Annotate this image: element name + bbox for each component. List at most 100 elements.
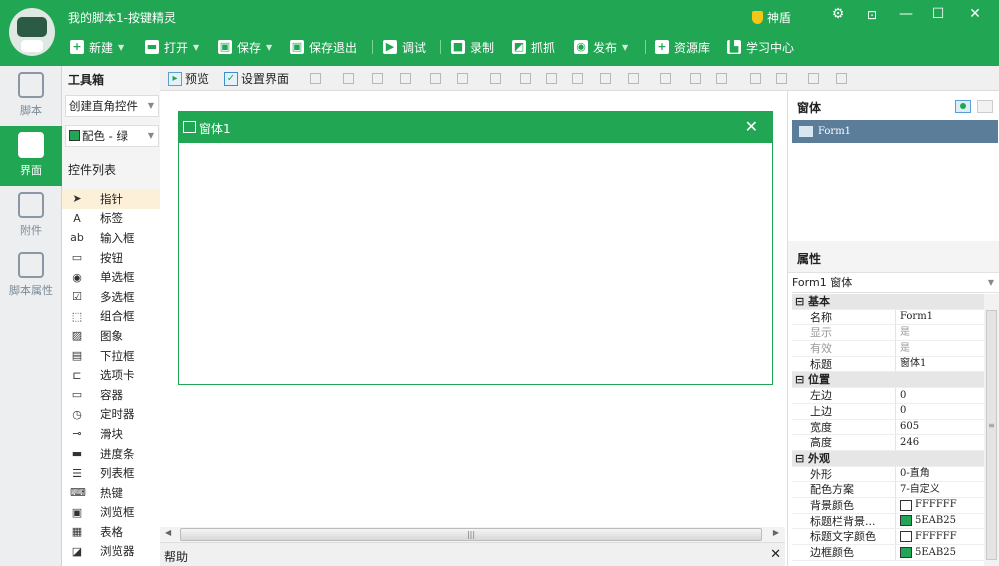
- control-item[interactable]: ➤ 指针: [62, 189, 160, 209]
- color-swatch[interactable]: [900, 499, 912, 511]
- align-tool-icon[interactable]: [808, 73, 819, 84]
- control-item[interactable]: ▭ 容器: [62, 385, 160, 405]
- settings-gear-icon[interactable]: ⚙: [826, 6, 850, 22]
- color-swatch[interactable]: [900, 531, 912, 543]
- control-item[interactable]: ▭ 按钮: [62, 248, 160, 268]
- align-tool-icon[interactable]: [430, 73, 441, 84]
- toolbar-play-button[interactable]: ▶ 调试: [383, 37, 426, 57]
- color-swatch[interactable]: [900, 515, 912, 527]
- toolbar-folder-button[interactable]: ▬ 打开 ▼: [145, 37, 199, 57]
- control-item[interactable]: ◷ 定时器: [62, 405, 160, 425]
- property-row[interactable]: 背景颜色 FFFFFF: [792, 497, 984, 514]
- property-row[interactable]: 名称 Form1: [792, 309, 984, 326]
- close-button[interactable]: ✕: [963, 6, 987, 22]
- control-item[interactable]: ⊸ 滑块: [62, 424, 160, 444]
- align-tool-icon[interactable]: [628, 73, 639, 84]
- property-row[interactable]: 宽度 605: [792, 419, 984, 436]
- property-row[interactable]: 标题栏背景... 5EAB25: [792, 513, 984, 530]
- scroll-right-icon[interactable]: ▶: [773, 528, 779, 537]
- form-close-icon[interactable]: ✕: [745, 117, 758, 136]
- align-tool-icon[interactable]: [716, 73, 727, 84]
- vertical-scrollbar[interactable]: ≡: [984, 294, 999, 566]
- align-tool-icon[interactable]: [310, 73, 321, 84]
- toolbar-grab-button[interactable]: ◩ 抓抓: [512, 37, 555, 57]
- property-row[interactable]: 左边 0: [792, 388, 984, 404]
- property-row[interactable]: 标题文字颜色 FFFFFF: [792, 529, 984, 545]
- toolbar-camera-button[interactable]: ■ 录制: [451, 37, 494, 57]
- nav-item-0[interactable]: 脚本: [0, 66, 62, 126]
- align-tool-icon[interactable]: [546, 73, 557, 84]
- control-item[interactable]: ◪ 浏览器: [62, 542, 160, 562]
- create-control-select[interactable]: 创建直角控件 ▼: [65, 95, 159, 117]
- horizontal-scrollbar[interactable]: ◀ ||| ▶: [160, 527, 785, 542]
- control-item[interactable]: ☑ 多选框: [62, 287, 160, 307]
- control-item[interactable]: ▨ 图象: [62, 326, 160, 346]
- control-item[interactable]: ◉ 单选框: [62, 267, 160, 287]
- control-item[interactable]: ab 输入框: [62, 228, 160, 248]
- align-tool-icon[interactable]: [600, 73, 611, 84]
- toolbar-save-button[interactable]: ▣ 保存 ▼: [218, 37, 272, 57]
- toolbar-learn-button[interactable]: ▙ 学习中心: [727, 37, 794, 57]
- align-tool-icon[interactable]: [457, 73, 468, 84]
- control-item[interactable]: A 标签: [62, 209, 160, 229]
- color-scheme-select[interactable]: 配色 - 绿 ▼: [65, 125, 159, 147]
- align-tool-icon[interactable]: [400, 73, 411, 84]
- align-tool-icon[interactable]: [343, 73, 354, 84]
- control-item[interactable]: ▤ 下拉框: [62, 346, 160, 366]
- control-item[interactable]: ⌨ 热键: [62, 483, 160, 503]
- info-icon: [18, 252, 44, 278]
- nav-item-3[interactable]: 脚本属性: [0, 246, 62, 306]
- property-row[interactable]: 高度 246: [792, 435, 984, 451]
- property-row[interactable]: 配色方案 7-自定义: [792, 482, 984, 498]
- toolbar-resource-button[interactable]: + 资源库: [655, 37, 710, 57]
- help-close-icon[interactable]: ✕: [770, 547, 781, 562]
- property-row[interactable]: 标题 窗体1: [792, 356, 984, 373]
- nav-item-1[interactable]: 界面: [0, 126, 62, 186]
- property-row[interactable]: 外形 0-直角: [792, 466, 984, 483]
- property-row[interactable]: 有效是: [792, 341, 984, 357]
- align-tool-icon[interactable]: [750, 73, 761, 84]
- toolbar-plus-button[interactable]: + 新建 ▼: [70, 37, 124, 57]
- color-swatch[interactable]: [900, 546, 912, 558]
- control-item[interactable]: ▣ 浏览框: [62, 503, 160, 523]
- control-item[interactable]: ⊏ 选项卡: [62, 365, 160, 385]
- property-section[interactable]: ⊟ 外观: [792, 450, 984, 467]
- property-row[interactable]: 显示是: [792, 325, 984, 342]
- nav-item-2[interactable]: 附件: [0, 186, 62, 246]
- minimize-button[interactable]: —: [894, 6, 918, 22]
- align-tool-icon[interactable]: [776, 73, 787, 84]
- scrollbar-thumb[interactable]: |||: [180, 528, 762, 541]
- control-item[interactable]: ⬚ 组合框: [62, 307, 160, 327]
- delete-form-icon[interactable]: [977, 100, 993, 113]
- toolbar-save-exit-button[interactable]: ▣ 保存退出: [290, 37, 357, 57]
- align-tool-icon[interactable]: [520, 73, 531, 84]
- control-item[interactable]: ▦ 表格: [62, 522, 160, 542]
- set-ui-button[interactable]: ✓ 设置界面: [224, 70, 289, 87]
- object-select[interactable]: Form1 窗体 ▼: [792, 273, 999, 293]
- toolbar-publish-button[interactable]: ◉ 发布 ▼: [574, 37, 628, 57]
- scroll-left-icon[interactable]: ◀: [165, 528, 171, 537]
- property-row[interactable]: 上边 0: [792, 403, 984, 420]
- align-tool-icon[interactable]: [490, 73, 501, 84]
- property-value: 5EAB25: [896, 545, 956, 560]
- right-panel: 窗体 Form1 属性 Form1 窗体 ▼ ⊟ 基本 名称 Form1 显示是有效是标…: [787, 91, 999, 566]
- scrollbar-thumb[interactable]: ≡: [986, 310, 997, 560]
- check-icon: ✓: [224, 71, 238, 86]
- align-tool-icon[interactable]: [690, 73, 701, 84]
- add-form-icon[interactable]: [955, 100, 971, 113]
- align-tool-icon[interactable]: [660, 73, 671, 84]
- align-tool-icon[interactable]: [836, 73, 847, 84]
- property-row[interactable]: 边框颜色 5EAB25: [792, 545, 984, 561]
- align-tool-icon[interactable]: [372, 73, 383, 84]
- property-section[interactable]: ⊟ 基本: [792, 294, 984, 310]
- control-item[interactable]: ☰ 列表框: [62, 463, 160, 483]
- form-list-item[interactable]: Form1: [792, 120, 998, 143]
- preview-button[interactable]: ▸ 预览: [168, 70, 209, 87]
- mini-mode-icon[interactable]: ⊡: [860, 8, 884, 22]
- shield-button[interactable]: 神盾: [752, 9, 791, 26]
- form-preview[interactable]: 窗体1 ✕: [178, 111, 773, 385]
- control-item[interactable]: ▬ 进度条: [62, 444, 160, 464]
- property-section[interactable]: ⊟ 位置: [792, 372, 984, 389]
- maximize-button[interactable]: ☐: [926, 6, 950, 22]
- align-tool-icon[interactable]: [572, 73, 583, 84]
